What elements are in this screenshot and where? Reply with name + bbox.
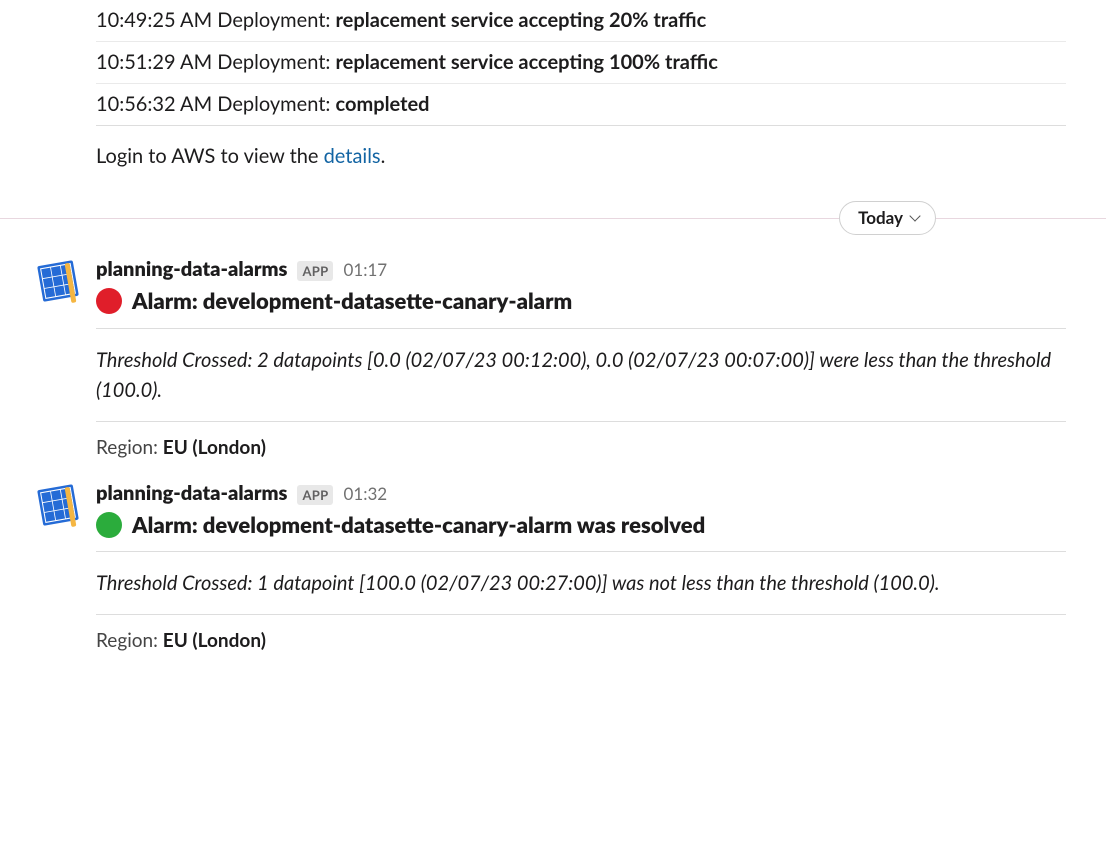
alarm-title-row: Alarm: development-datasette-canary-alar… [96, 507, 1066, 553]
region-row: Region: EU (London) [96, 615, 1066, 666]
slack-message: planning-data-alarms APP 01:32 Alarm: de… [0, 473, 1106, 667]
log-detail: replacement service accepting 20% traffi… [336, 8, 707, 32]
region-value: EU (London) [163, 629, 266, 652]
threshold-text: Threshold Crossed: 2 datapoints [0.0 (02… [96, 329, 1066, 422]
deployment-log-line: 10:49:25 AM Deployment: replacement serv… [96, 0, 1066, 42]
chevron-down-icon [909, 210, 920, 221]
blueprint-icon [34, 257, 82, 305]
date-jump-button[interactable]: Today [839, 201, 936, 235]
message-timestamp[interactable]: 01:17 [343, 259, 387, 280]
log-prefix: Deployment: [217, 50, 330, 74]
alarm-title: Alarm: development-datasette-canary-alar… [132, 511, 705, 540]
message-header: planning-data-alarms APP 01:17 [96, 257, 1066, 283]
slack-message: planning-data-alarms APP 01:17 Alarm: de… [0, 249, 1106, 473]
log-detail: completed [336, 92, 430, 116]
log-detail: replacement service accepting 100% traff… [336, 50, 718, 74]
log-prefix: Deployment: [217, 92, 330, 116]
deployment-log-line: 10:51:29 AM Deployment: replacement serv… [96, 42, 1066, 84]
login-line: Login to AWS to view the details. [96, 126, 1066, 187]
login-suffix: . [381, 144, 386, 168]
log-time: 10:51:29 AM [96, 50, 212, 74]
log-time: 10:56:32 AM [96, 92, 212, 116]
login-prefix: Login to AWS to view the [96, 144, 324, 168]
region-row: Region: EU (London) [96, 422, 1066, 473]
app-badge: APP [297, 485, 333, 505]
region-label: Region: [96, 436, 158, 459]
log-prefix: Deployment: [217, 8, 330, 32]
details-link[interactable]: details [324, 144, 381, 168]
region-label: Region: [96, 629, 158, 652]
deployment-log-line: 10:56:32 AM Deployment: completed [96, 84, 1066, 126]
deployment-log-block: 10:49:25 AM Deployment: replacement serv… [96, 0, 1066, 187]
sender-name[interactable]: planning-data-alarms [96, 481, 287, 505]
alarm-title: Alarm: development-datasette-canary-alar… [132, 287, 572, 316]
divider-line [0, 218, 1106, 219]
green-circle-icon [96, 512, 122, 538]
date-divider: Today [0, 193, 1106, 243]
red-circle-icon [96, 288, 122, 314]
log-time: 10:49:25 AM [96, 8, 212, 32]
alarm-title-row: Alarm: development-datasette-canary-alar… [96, 283, 1066, 329]
app-badge: APP [297, 261, 333, 281]
date-label: Today [858, 207, 903, 228]
blueprint-icon [34, 481, 82, 529]
message-list: 10:49:25 AM Deployment: replacement serv… [0, 0, 1106, 666]
message-header: planning-data-alarms APP 01:32 [96, 481, 1066, 507]
message-timestamp[interactable]: 01:32 [343, 483, 387, 504]
sender-name[interactable]: planning-data-alarms [96, 257, 287, 281]
avatar[interactable] [34, 481, 82, 529]
region-value: EU (London) [163, 436, 266, 459]
threshold-text: Threshold Crossed: 1 datapoint [100.0 (0… [96, 552, 1066, 615]
avatar[interactable] [34, 257, 82, 305]
